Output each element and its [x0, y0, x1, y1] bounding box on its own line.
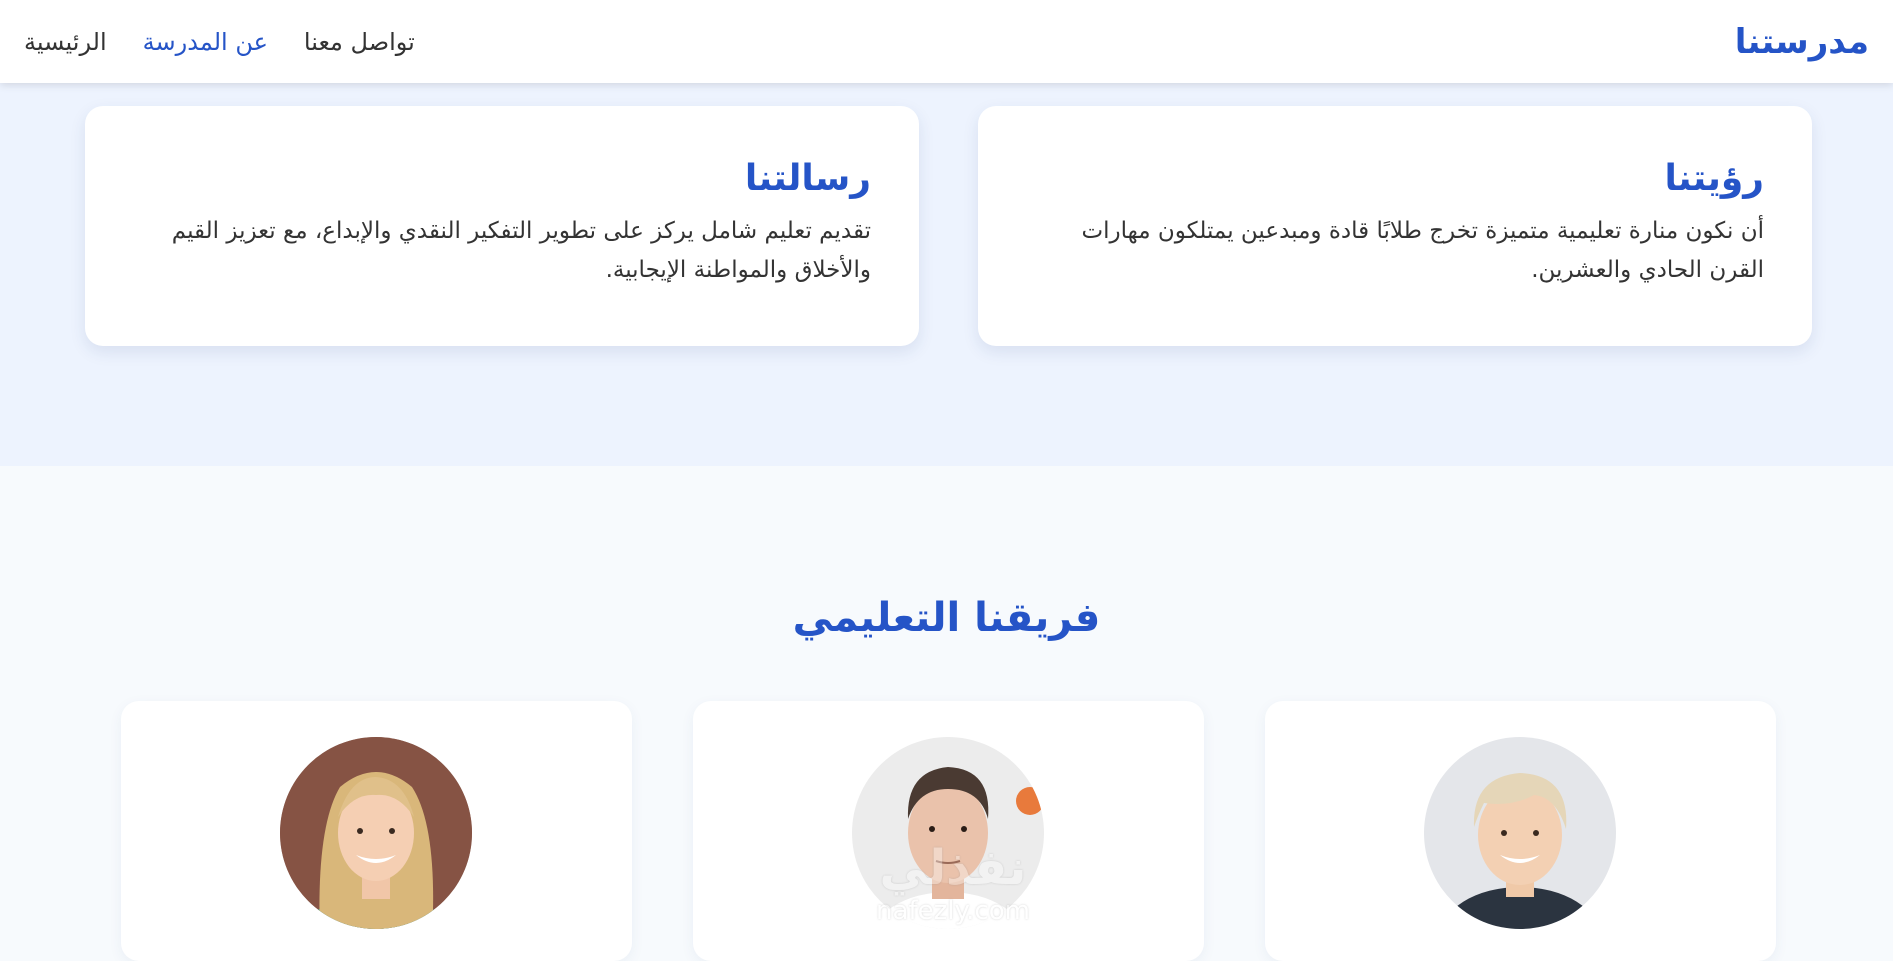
site-brand[interactable]: مدرستنا — [1735, 20, 1869, 64]
teacher-photo-long-blonde-hair — [280, 737, 472, 929]
vision-card: رؤيتنا أن نكون منارة تعليمية متميزة تخرج… — [978, 106, 1812, 346]
team-member-card — [1265, 701, 1776, 961]
team-member-card — [121, 701, 632, 961]
teacher-photo-dark-hair-man — [852, 737, 1044, 929]
vision-text: أن نكون منارة تعليمية متميزة تخرج طلابًا… — [1081, 218, 1765, 283]
teacher-avatar-photo — [1424, 737, 1616, 929]
nav-link-home[interactable]: الرئيسية — [24, 26, 107, 58]
team-section: فريقنا التعليمي — [0, 466, 1893, 961]
top-navbar: مدرستنا الرئيسية عن المدرسة تواصل معنا — [0, 0, 1893, 83]
nav-links: الرئيسية عن المدرسة تواصل معنا — [24, 26, 415, 58]
team-title: فريقنا التعليمي — [792, 595, 1101, 641]
teacher-avatar-photo — [852, 737, 1044, 929]
team-member-card — [693, 701, 1204, 961]
mission-card: رسالتنا تقديم تعليم شامل يركز على تطوير … — [85, 106, 919, 346]
mission-text: تقديم تعليم شامل يركز على تطوير التفكير … — [171, 218, 871, 283]
vision-title: رؤيتنا — [1664, 158, 1764, 199]
mission-title: رسالتنا — [744, 158, 871, 199]
about-section: رؤيتنا أن نكون منارة تعليمية متميزة تخرج… — [0, 83, 1893, 466]
teacher-avatar-photo — [280, 737, 472, 929]
nav-link-about[interactable]: عن المدرسة — [143, 26, 268, 58]
nav-link-contact[interactable]: تواصل معنا — [304, 26, 415, 58]
teacher-photo-short-blonde-hair — [1424, 737, 1616, 929]
